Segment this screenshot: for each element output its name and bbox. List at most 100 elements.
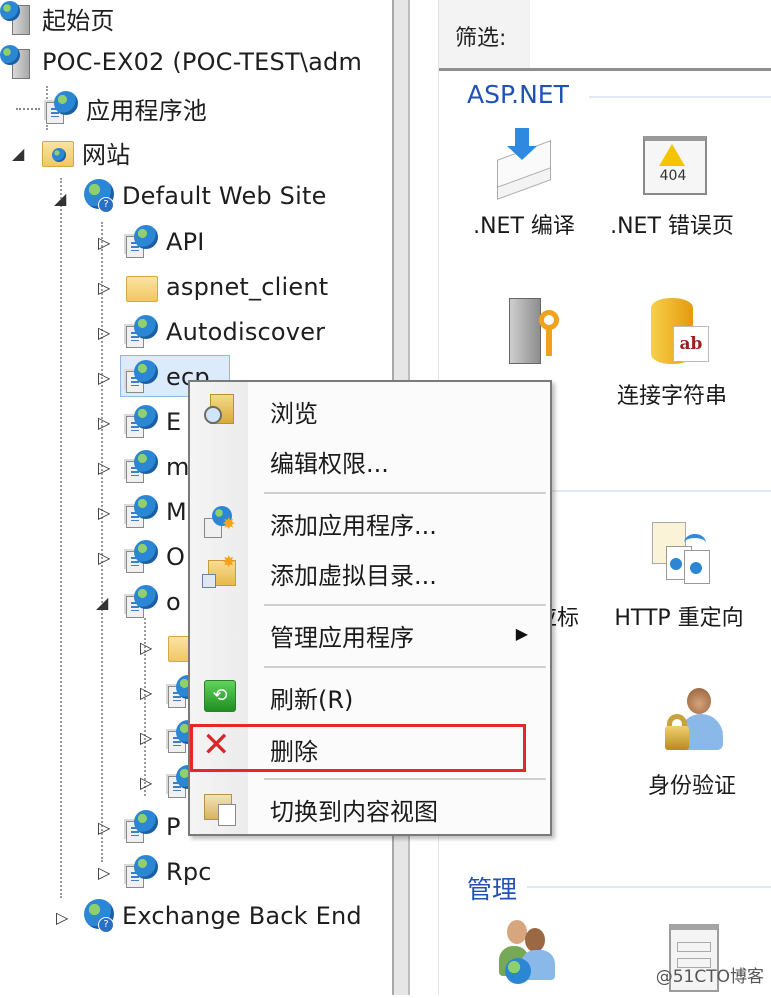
tree-node-e[interactable]: E — [124, 404, 181, 440]
feature-label: .NET 错误页 — [610, 214, 734, 239]
tree-node-default-web-site[interactable]: ? Default Web Site — [80, 178, 327, 214]
ab-badge: ab — [673, 326, 709, 362]
tree-node-label: E — [166, 408, 182, 436]
authentication-icon — [657, 688, 727, 758]
menu-separator — [264, 492, 546, 494]
net-error-page-icon: 404 — [637, 128, 707, 198]
tree-node-m-upper[interactable]: M — [124, 494, 187, 530]
tree-node-server[interactable]: POC-EX02 (POC-TEST\adm — [0, 44, 362, 80]
filter-label: 筛选: — [455, 26, 507, 51]
tree-node-label: aspnet_client — [166, 273, 329, 301]
tree-node-label: Rpc — [166, 858, 212, 886]
users-icon — [489, 918, 559, 988]
expand-toggle-collapsed-icon[interactable]: ▷ — [98, 279, 112, 297]
website-icon: ? — [80, 179, 114, 213]
application-icon — [124, 585, 158, 619]
tree-node-label: API — [166, 228, 205, 256]
feature-label: .NET 编译 — [473, 214, 575, 239]
tree-node-start-page[interactable]: 起始页 — [0, 0, 115, 36]
menu-item-switch-content-view[interactable]: 切换到内容视图 — [190, 784, 550, 832]
start-page-icon — [0, 1, 34, 35]
expand-toggle-collapsed-icon[interactable]: ▷ — [56, 909, 70, 927]
menu-item-add-virtual-directory[interactable]: ✸ 添加虚拟目录... — [190, 548, 550, 596]
connection-strings-icon: ab — [637, 298, 709, 368]
menu-item-label: 浏览 — [270, 400, 318, 428]
submenu-arrow-icon: ▶ — [515, 624, 528, 643]
expand-toggle-collapsed-icon[interactable]: ▷ — [140, 729, 154, 747]
machine-key-icon — [489, 298, 559, 368]
menu-item-edit-permissions[interactable]: 编辑权限... — [190, 436, 550, 484]
tree-node-app-pools[interactable]: 应用程序池 — [44, 90, 207, 126]
tree-node-sites[interactable]: 网站 — [40, 134, 130, 170]
expand-toggle-expanded-icon[interactable]: ◢ — [54, 190, 68, 208]
feature-label: HTTP 重定向 — [614, 606, 744, 631]
feature-authentication[interactable]: 身份验证 — [617, 688, 767, 800]
expand-toggle-collapsed-icon[interactable]: ▷ — [98, 504, 112, 522]
tree-node-label: P — [166, 813, 181, 841]
feature-connection-strings[interactable]: ab 连接字符串 — [597, 298, 747, 410]
group-divider — [589, 96, 771, 98]
refresh-icon: ⟲ — [202, 678, 236, 712]
tree-node-label: m — [166, 453, 190, 481]
tree-node-m-lower[interactable]: m — [124, 449, 190, 485]
expand-toggle-expanded-icon[interactable]: ◢ — [96, 594, 110, 612]
expand-toggle-collapsed-icon[interactable]: ▷ — [98, 414, 112, 432]
add-application-icon: ✸ — [202, 504, 236, 538]
tree-guide-line — [16, 108, 40, 110]
application-icon — [124, 450, 158, 484]
tree-node-autodiscover[interactable]: Autodiscover — [124, 314, 325, 350]
expand-toggle-collapsed-icon[interactable]: ▷ — [98, 819, 112, 837]
feature-http-redirect[interactable]: HTTP 重定向 — [604, 520, 754, 632]
tree-node-label: Exchange Back End — [122, 902, 362, 930]
feature-net-compile[interactable]: .NET 编译 — [449, 128, 599, 240]
menu-item-label: 刷新(R) — [270, 686, 354, 714]
tree-guide-line — [60, 178, 62, 898]
sites-folder-icon — [40, 135, 74, 169]
expand-toggle-collapsed-icon[interactable]: ▷ — [98, 864, 112, 882]
group-title-aspnet: ASP.NET — [467, 80, 569, 109]
feature-users[interactable] — [449, 918, 599, 998]
filter-bar: 筛选: — [439, 0, 771, 71]
application-icon — [124, 315, 158, 349]
tree-node-api[interactable]: API — [124, 224, 205, 260]
expand-toggle-collapsed-icon[interactable]: ▷ — [98, 324, 112, 342]
feature-label: 连接字符串 — [616, 384, 727, 409]
delete-highlight-box — [190, 724, 526, 772]
tree-node-label: O — [166, 543, 186, 571]
website-icon: ? — [80, 899, 114, 933]
expand-toggle-collapsed-icon[interactable]: ▷ — [140, 684, 154, 702]
tree-node-label: 应用程序池 — [86, 96, 207, 125]
tree-node-aspnet-client[interactable]: aspnet_client — [124, 269, 328, 305]
expand-toggle-collapsed-icon[interactable]: ▷ — [98, 459, 112, 477]
tree-guide-line — [101, 222, 103, 862]
tree-node-exchange-back-end[interactable]: ? Exchange Back End — [80, 898, 362, 934]
menu-separator — [264, 604, 546, 606]
application-icon — [124, 225, 158, 259]
filter-input[interactable] — [529, 0, 771, 68]
feature-label: 身份验证 — [647, 774, 736, 799]
feature-net-error-pages[interactable]: 404 .NET 错误页 — [597, 128, 747, 240]
group-title-management: 管理 — [467, 875, 518, 904]
menu-item-refresh[interactable]: ⟲ 刷新(R) — [190, 672, 550, 720]
tree-node-p[interactable]: P — [124, 809, 181, 845]
application-icon — [124, 405, 158, 439]
expand-toggle-collapsed-icon[interactable]: ▷ — [98, 549, 112, 567]
menu-item-add-application[interactable]: ✸ 添加应用程序... — [190, 498, 550, 546]
expand-toggle-collapsed-icon[interactable]: ▷ — [140, 774, 154, 792]
menu-item-manage-application[interactable]: 管理应用程序 ▶ — [190, 610, 550, 658]
error-code-text: 404 — [659, 168, 687, 184]
expand-toggle-expanded-icon[interactable]: ◢ — [12, 145, 26, 163]
menu-item-browse[interactable]: 浏览 — [190, 386, 550, 434]
application-icon — [124, 495, 158, 529]
expand-toggle-collapsed-icon[interactable]: ▷ — [98, 234, 112, 252]
tree-node-o-upper[interactable]: O — [124, 539, 185, 575]
expand-toggle-collapsed-icon[interactable]: ▷ — [98, 369, 112, 387]
http-redirect-icon — [644, 520, 714, 590]
tree-node-o-lower[interactable]: o — [124, 584, 181, 620]
application-icon — [124, 540, 158, 574]
application-icon — [124, 360, 158, 394]
content-view-icon — [202, 790, 236, 826]
menu-item-label: 编辑权限... — [270, 450, 389, 478]
tree-node-rpc[interactable]: Rpc — [124, 854, 212, 890]
expand-toggle-collapsed-icon[interactable]: ▷ — [140, 639, 154, 657]
